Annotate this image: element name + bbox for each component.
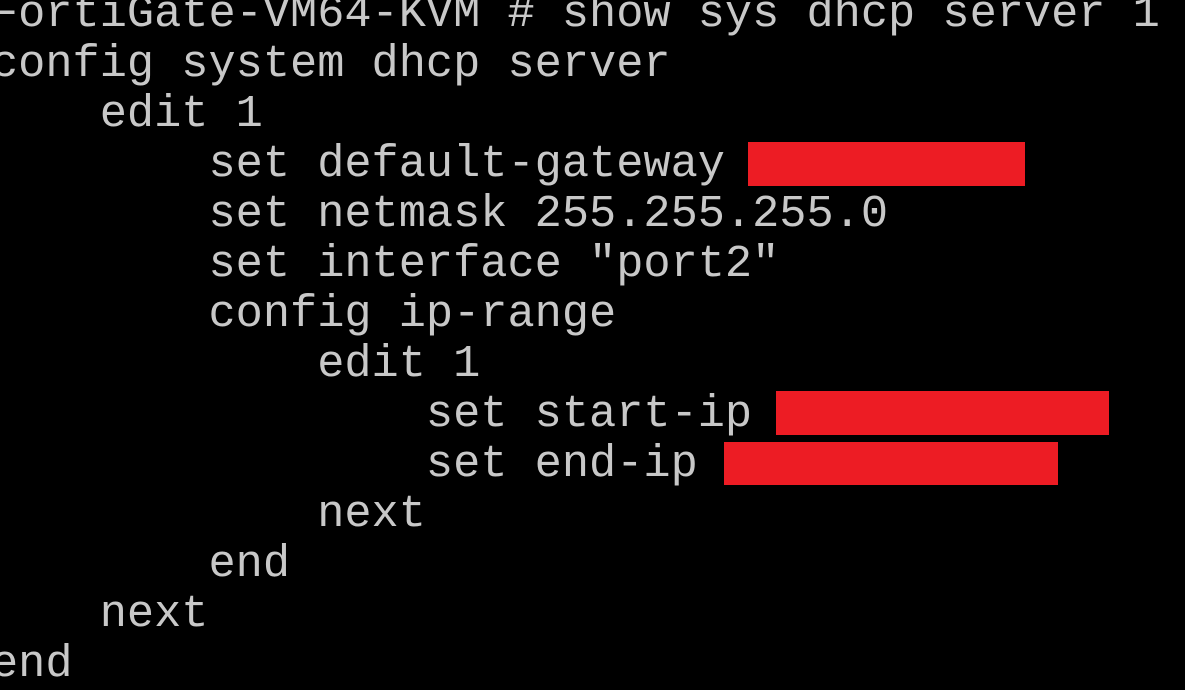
terminal-line: end bbox=[0, 638, 73, 690]
redacted-default-gateway bbox=[748, 142, 1025, 186]
terminal-line: config system dhcp server bbox=[0, 38, 671, 90]
terminal-line: set netmask 255.255.255.0 bbox=[0, 188, 889, 240]
terminal-line: FortiGate-VM64-KVM # show sys dhcp serve… bbox=[0, 0, 1160, 40]
terminal-line: next bbox=[0, 588, 209, 640]
terminal-line: set interface "port2" bbox=[0, 238, 780, 290]
terminal-line: end bbox=[0, 538, 291, 590]
terminal-line: edit 1 bbox=[0, 338, 481, 390]
terminal-line: edit 1 bbox=[0, 88, 263, 140]
redacted-start-ip bbox=[776, 391, 1109, 435]
terminal-output[interactable]: FortiGate-VM64-KVM # show sys dhcp serve… bbox=[0, 0, 1160, 690]
terminal-line: config ip-range bbox=[0, 288, 617, 340]
terminal-line: next bbox=[0, 488, 426, 540]
redacted-end-ip bbox=[724, 442, 1058, 485]
